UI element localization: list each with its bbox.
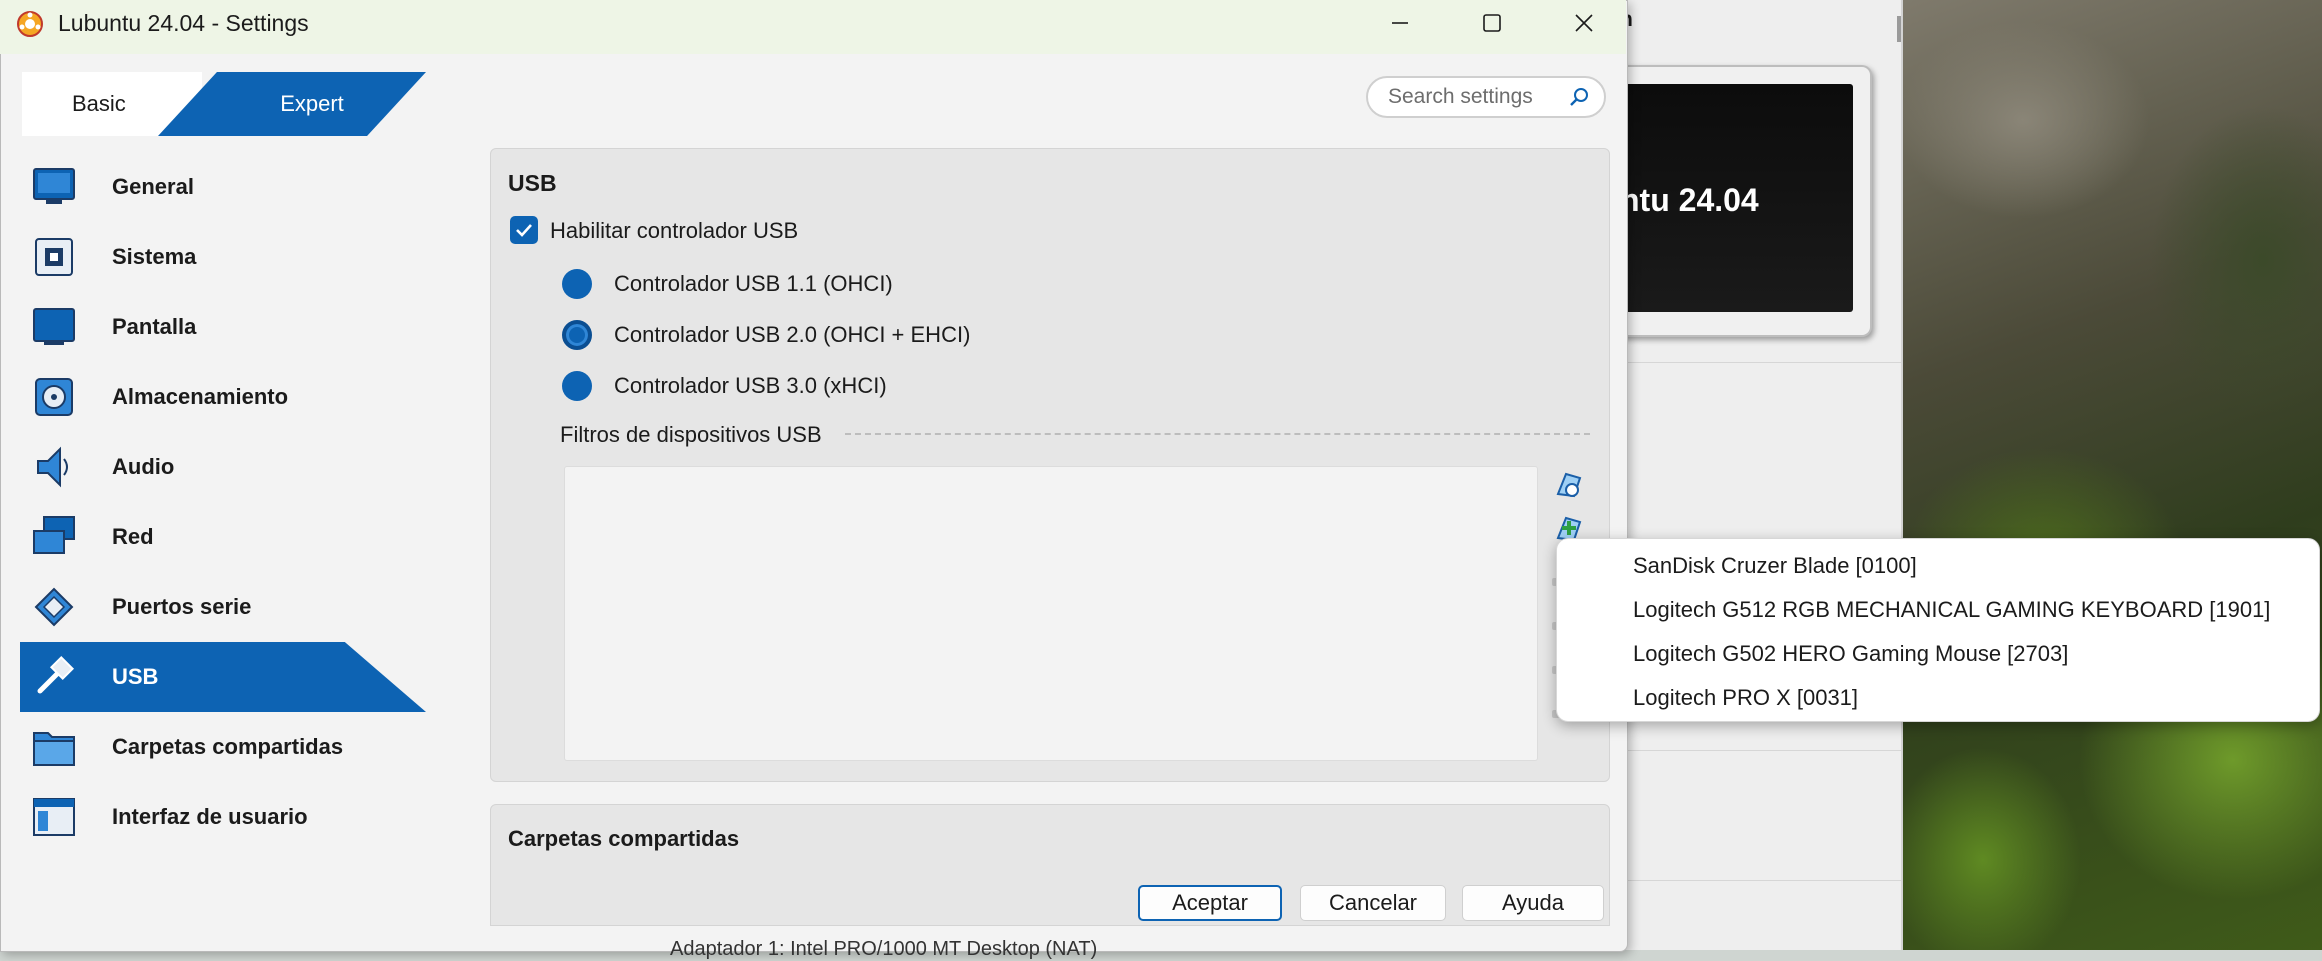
title-bar: Lubuntu 24.04 - Settings bbox=[0, 0, 1626, 54]
divider bbox=[1620, 750, 1901, 751]
window-icon bbox=[30, 793, 78, 841]
minimize-button[interactable] bbox=[1354, 0, 1446, 46]
display-icon bbox=[30, 303, 78, 351]
sidebar-item-sistema[interactable]: Sistema bbox=[20, 222, 426, 292]
radio-label[interactable]: Controlador USB 1.1 (OHCI) bbox=[614, 271, 893, 297]
sidebar-item-label: Sistema bbox=[112, 244, 197, 269]
enable-usb-label[interactable]: Habilitar controlador USB bbox=[550, 218, 798, 244]
usb-filters-label: Filtros de dispositivos USB bbox=[560, 422, 832, 448]
ok-button[interactable]: Aceptar bbox=[1138, 885, 1282, 921]
settings-sidebar: General Sistema Pantalla Almacenamiento … bbox=[20, 152, 426, 882]
radio-label[interactable]: Controlador USB 3.0 (xHCI) bbox=[614, 373, 887, 399]
search-placeholder: Search settings bbox=[1388, 85, 1533, 108]
usb-icon bbox=[30, 653, 78, 701]
monitor-icon bbox=[30, 163, 78, 211]
usb-controller-option-1[interactable]: Controlador USB 1.1 (OHCI) bbox=[562, 266, 893, 302]
serial-port-icon bbox=[30, 583, 78, 631]
usb-filters-list[interactable] bbox=[564, 466, 1538, 761]
sidebar-item-label: Pantalla bbox=[112, 314, 197, 339]
network-icon bbox=[30, 513, 78, 561]
sidebar-item-label: Audio bbox=[112, 454, 175, 479]
menu-item-device[interactable]: SanDisk Cruzer Blade [0100] bbox=[1633, 553, 1917, 579]
background-scrollbar[interactable] bbox=[1897, 16, 1901, 42]
sidebar-item-label: Almacenamiento bbox=[112, 384, 289, 409]
chip-icon bbox=[30, 233, 78, 281]
close-icon bbox=[1575, 14, 1593, 32]
shared-folders-section-title: Carpetas compartidas bbox=[508, 826, 740, 851]
panel-separator bbox=[1901, 0, 1903, 950]
sidebar-item-carpetas-compartidas[interactable]: Carpetas compartidas bbox=[20, 712, 426, 782]
usb-device-menu: SanDisk Cruzer Blade [0100] Logitech G51… bbox=[1556, 538, 2320, 722]
maximize-button[interactable] bbox=[1446, 0, 1538, 46]
minimize-icon bbox=[1392, 22, 1408, 24]
desktop-wallpaper bbox=[1903, 0, 2322, 950]
usb-controller-option-2[interactable]: Controlador USB 2.0 (OHCI + EHCI) bbox=[562, 317, 970, 353]
sidebar-item-label: Interfaz de usuario bbox=[112, 804, 308, 829]
radio-button-selected[interactable] bbox=[562, 320, 592, 350]
sidebar-item-label: Puertos serie bbox=[112, 594, 252, 619]
sidebar-item-audio[interactable]: Audio bbox=[20, 432, 426, 502]
virtualbox-app-icon bbox=[17, 11, 43, 37]
checkmark-icon bbox=[516, 224, 532, 237]
search-icon[interactable] bbox=[1568, 86, 1590, 108]
sidebar-item-label: General bbox=[112, 174, 194, 199]
sidebar-item-puertos-serie[interactable]: Puertos serie bbox=[20, 572, 426, 642]
sidebar-item-red[interactable]: Red bbox=[20, 502, 426, 572]
sidebar-item-pantalla[interactable]: Pantalla bbox=[20, 292, 426, 362]
window-title: Lubuntu 24.04 - Settings bbox=[58, 10, 309, 36]
radio-label[interactable]: Controlador USB 2.0 (OHCI + EHCI) bbox=[614, 322, 970, 348]
mode-tabs: Basic Expert bbox=[22, 72, 426, 136]
search-input[interactable]: Search settings bbox=[1366, 76, 1606, 118]
disk-icon bbox=[30, 373, 78, 421]
menu-item-device[interactable]: Logitech PRO X [0031] bbox=[1633, 685, 1858, 711]
sidebar-item-label: Carpetas compartidas bbox=[112, 734, 344, 759]
add-empty-filter-icon[interactable] bbox=[1552, 468, 1584, 500]
vm-preview-text: ntu 24.04 bbox=[1620, 182, 1759, 218]
sidebar-item-almacenamiento[interactable]: Almacenamiento bbox=[20, 362, 426, 432]
menu-item-device[interactable]: Logitech G502 HERO Gaming Mouse [2703] bbox=[1633, 641, 2068, 667]
sidebar-item-general[interactable]: General bbox=[20, 152, 426, 222]
sidebar-item-usb[interactable]: USB bbox=[20, 642, 426, 712]
enable-usb-checkbox[interactable] bbox=[510, 216, 538, 244]
radio-button[interactable] bbox=[562, 269, 592, 299]
sidebar-item-label: Red bbox=[112, 524, 154, 549]
cancel-button[interactable]: Cancelar bbox=[1300, 885, 1446, 921]
sidebar-item-label: USB bbox=[112, 664, 159, 689]
help-button[interactable]: Ayuda bbox=[1462, 885, 1604, 921]
sidebar-item-interfaz-de-usuario[interactable]: Interfaz de usuario bbox=[20, 782, 426, 852]
divider bbox=[1620, 362, 1901, 363]
folder-icon bbox=[30, 723, 78, 771]
maximize-icon bbox=[1483, 14, 1501, 32]
radio-button[interactable] bbox=[562, 371, 592, 401]
filters-divider bbox=[845, 433, 1590, 435]
usb-section-title: USB bbox=[508, 170, 557, 196]
close-button[interactable] bbox=[1538, 0, 1630, 46]
speaker-icon bbox=[30, 443, 78, 491]
divider bbox=[1620, 880, 1901, 881]
menu-item-device[interactable]: Logitech G512 RGB MECHANICAL GAMING KEYB… bbox=[1633, 597, 2270, 623]
usb-controller-option-3[interactable]: Controlador USB 3.0 (xHCI) bbox=[562, 368, 887, 404]
